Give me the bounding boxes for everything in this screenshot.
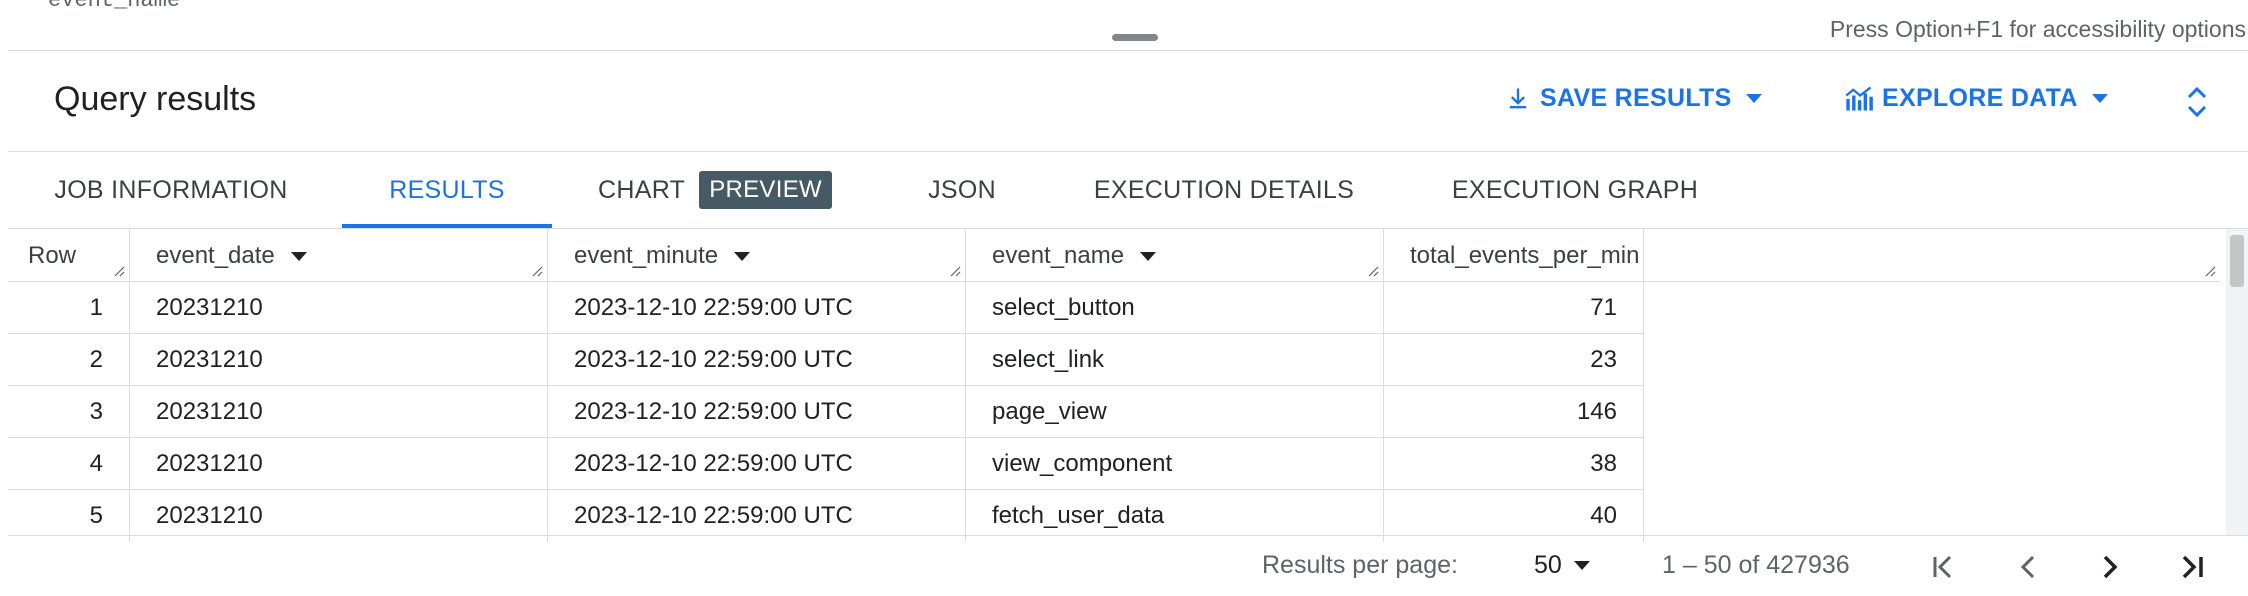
column-header-spacer [1644,229,2220,282]
chevron-down-icon [1745,94,1762,103]
explore-data-button[interactable]: EXPLORE DATA [1844,84,2108,113]
divider [8,50,2248,51]
scrollbar-thumb[interactable] [2230,235,2244,287]
explore-chart-icon [1845,86,1873,111]
save-results-label: SAVE RESULTS [1540,84,1732,112]
column-resize-icon[interactable] [2204,265,2216,277]
cell-event-name[interactable]: view_component [966,438,1384,490]
divider [8,535,2248,536]
save-results-button[interactable]: SAVE RESULTS [1504,84,1762,113]
preview-badge: PREVIEW [699,171,832,209]
column-header-label: event_name [992,242,1125,269]
sort-arrow-icon[interactable] [734,252,751,262]
tab-label: CHART [598,175,686,204]
accessibility-hint: Press Option+F1 for accessibility option… [1829,16,2246,42]
results-per-page-value: 50 [1534,551,1562,579]
pagination-range: 1 – 50 of 427936 [1662,551,1850,579]
previous-page-icon[interactable] [2012,551,2044,588]
cell-event-name[interactable]: select_button [966,282,1384,334]
cell-event-minute[interactable]: 2023-12-10 22:59:00 UTC [548,282,966,334]
column-header-event-date[interactable]: event_date [130,229,548,282]
cell-event-minute[interactable]: 2023-12-10 22:59:00 UTC [548,334,966,386]
column-resize-icon[interactable] [1367,265,1379,277]
cell-total-events[interactable]: 71 [1384,282,1644,334]
tab-label: RESULTS [389,175,505,204]
column-header-label: total_events_per_min [1410,242,1640,269]
sort-arrow-icon[interactable] [290,252,307,262]
last-page-icon[interactable] [2176,551,2208,588]
vertical-scrollbar[interactable] [2226,229,2248,535]
page-title: Query results [54,80,257,118]
row-number: 3 [8,386,130,438]
column-resize-icon[interactable] [531,265,543,277]
cell-event-name[interactable]: select_link [966,334,1384,386]
tab-label: EXECUTION GRAPH [1451,175,1699,204]
cell-event-date[interactable]: 20231210 [130,334,548,386]
tab-execution-graph[interactable]: EXECUTION GRAPH [1440,152,1710,228]
results-table: Row event_date event_minute event_name t… [8,229,2220,542]
editor-code-fragment: event_name [48,0,181,13]
tab-label: JOB INFORMATION [54,175,288,204]
column-header-label: event_date [156,242,275,269]
cell-total-events[interactable]: 146 [1384,386,1644,438]
chevron-down-icon [2091,94,2108,103]
tab-results[interactable]: RESULTS [342,152,552,228]
tab-execution-details[interactable]: EXECUTION DETAILS [1080,152,1368,228]
row-number: 1 [8,282,130,334]
cell-event-minute[interactable]: 2023-12-10 22:59:00 UTC [548,438,966,490]
column-header-event-minute[interactable]: event_minute [548,229,966,282]
sort-arrow-icon[interactable] [1140,252,1157,262]
explore-data-label: EXPLORE DATA [1882,84,2078,112]
tab-label: JSON [928,175,996,204]
first-page-icon[interactable] [1928,551,1960,588]
cell-event-name[interactable]: page_view [966,386,1384,438]
cell-event-date[interactable]: 20231210 [130,386,548,438]
column-header-row[interactable]: Row [8,229,130,282]
tab-chart[interactable]: CHART PREVIEW [590,152,840,228]
panel-resize-handle[interactable] [1112,34,1158,41]
cell-total-events[interactable]: 38 [1384,438,1644,490]
column-resize-icon[interactable] [113,265,125,277]
cell-event-date[interactable]: 20231210 [130,438,548,490]
column-resize-icon[interactable] [949,265,961,277]
row-number: 2 [8,334,130,386]
cell-event-date[interactable]: 20231210 [130,282,548,334]
row-number: 4 [8,438,130,490]
next-page-icon[interactable] [2094,551,2126,588]
download-icon [1509,88,1527,108]
results-per-page-select[interactable]: 50 [1534,551,1590,580]
tab-json[interactable]: JSON [900,152,1024,228]
column-header-total-events[interactable]: total_events_per_min [1384,229,1644,282]
results-per-page-label: Results per page: [1262,551,1458,579]
column-header-label: Row [28,242,77,269]
results-tabs: JOB INFORMATION RESULTS CHART PREVIEW JS… [0,152,2248,228]
tab-job-information[interactable]: JOB INFORMATION [34,152,308,228]
editor-strip: event_name Press Option+F1 for accessibi… [0,0,2248,51]
cell-total-events[interactable]: 23 [1384,334,1644,386]
expand-collapse-icon[interactable] [2182,82,2212,127]
cell-event-minute[interactable]: 2023-12-10 22:59:00 UTC [548,386,966,438]
chevron-down-icon [1573,561,1590,570]
tab-label: EXECUTION DETAILS [1093,175,1355,204]
column-header-event-name[interactable]: event_name [966,229,1384,282]
column-header-label: event_minute [574,242,719,269]
